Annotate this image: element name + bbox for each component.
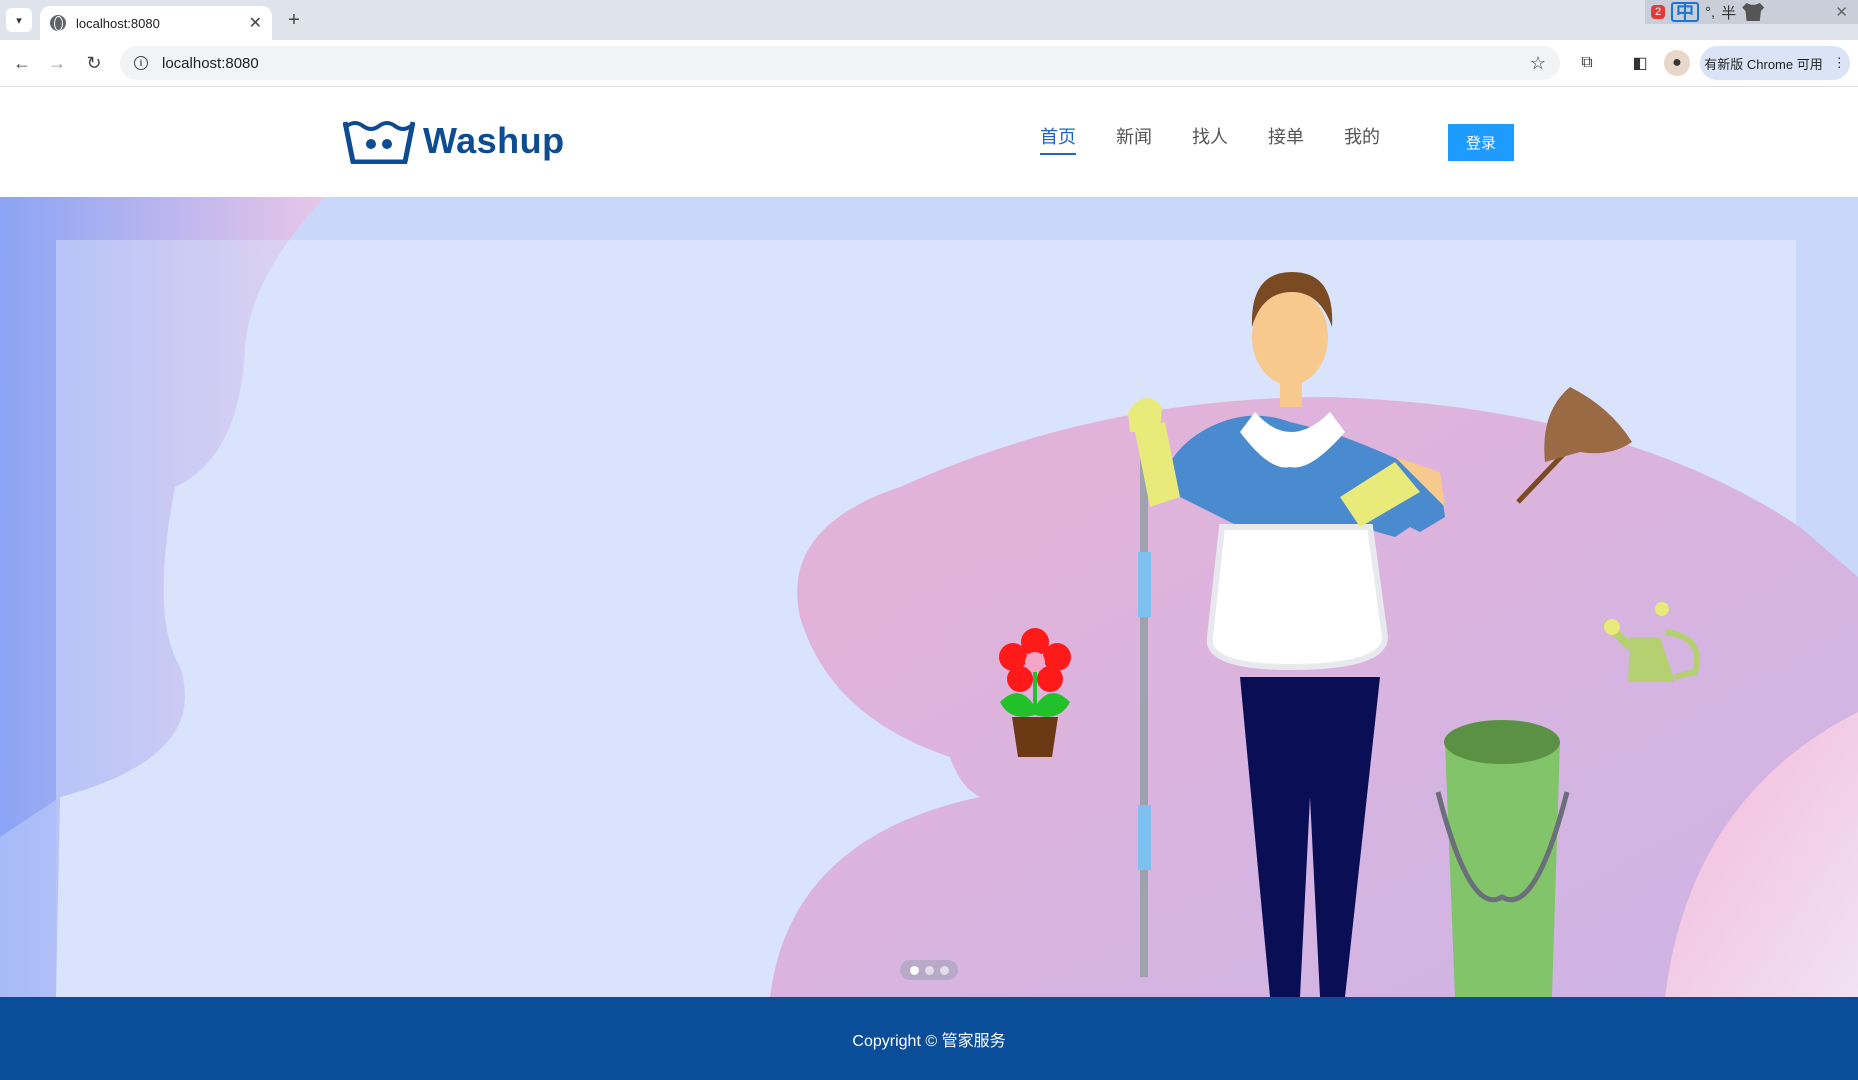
site-header: Washup 首页 新闻 找人 接单 我的 登录	[0, 88, 1858, 197]
nav-item-news[interactable]: 新闻	[1116, 123, 1152, 155]
carousel-dot-3[interactable]	[939, 965, 949, 975]
forward-arrow-icon[interactable]: →	[44, 50, 70, 76]
carousel-dot-1[interactable]	[909, 965, 919, 975]
nav-item-mine[interactable]: 我的	[1344, 123, 1380, 155]
site-info-icon[interactable]: i	[134, 56, 148, 70]
chrome-update-button[interactable]: 有新版 Chrome 可用 ⋮	[1700, 46, 1850, 80]
reload-icon[interactable]: ↻	[81, 50, 107, 76]
update-label: 有新版 Chrome 可用	[1704, 56, 1823, 72]
logo-text: Washup	[423, 120, 565, 161]
carousel-indicators	[900, 960, 958, 980]
hero-carousel	[0, 197, 1858, 997]
ime-punct-toggle[interactable]: °,	[1705, 4, 1715, 21]
ime-mode-toggle[interactable]: 中	[1671, 2, 1699, 22]
profile-avatar[interactable]: ●	[1664, 50, 1690, 76]
copyright-text: Copyright © 管家服务	[852, 1032, 1006, 1050]
login-button[interactable]: 登录	[1448, 124, 1514, 161]
bookmark-star-icon[interactable]: ☆	[1530, 53, 1546, 74]
ime-toolbar: 2 中 °, 半 ✕	[1645, 0, 1858, 24]
carousel-dot-2[interactable]	[924, 965, 934, 975]
tab-list-dropdown-button[interactable]: ▾	[6, 8, 32, 32]
tab-title: localhost:8080	[76, 15, 160, 31]
back-arrow-icon[interactable]: ←	[9, 50, 35, 76]
url-text[interactable]: localhost:8080	[162, 55, 1530, 72]
new-tab-button[interactable]: +	[280, 6, 308, 34]
extensions-icon[interactable]: ⧉	[1574, 50, 1600, 76]
site-footer: Copyright © 管家服务	[0, 997, 1858, 1080]
nav-item-orders[interactable]: 接单	[1268, 123, 1304, 155]
close-tab-icon[interactable]: ✕	[249, 13, 262, 33]
side-panel-icon[interactable]: ◧	[1627, 50, 1653, 76]
nav-item-find-people[interactable]: 找人	[1192, 123, 1228, 155]
address-bar[interactable]: i localhost:8080 ☆	[120, 46, 1560, 80]
globe-icon	[50, 15, 66, 31]
washtub-icon	[343, 121, 415, 164]
ime-badge: 2	[1651, 5, 1665, 19]
nav-item-home[interactable]: 首页	[1040, 123, 1076, 155]
ime-close-icon[interactable]: ✕	[1835, 3, 1848, 21]
main-nav: 首页 新闻 找人 接单 我的	[1040, 123, 1380, 155]
browser-toolbar: ← → ↻ i localhost:8080 ☆ ⧉ ◧ ● 有新版 Chrom…	[0, 40, 1858, 87]
kebab-menu-icon[interactable]: ⋮	[1833, 55, 1846, 71]
housekeeper-illustration	[0, 197, 1858, 997]
browser-tab[interactable]: localhost:8080 ✕	[40, 6, 272, 40]
browser-tab-bar: ▾ localhost:8080 ✕ + 2 中 °, 半 ✕	[0, 0, 1858, 40]
ime-skin-icon[interactable]	[1742, 3, 1765, 21]
site-logo[interactable]: Washup	[343, 118, 565, 164]
ime-width-toggle[interactable]: 半	[1721, 2, 1736, 23]
